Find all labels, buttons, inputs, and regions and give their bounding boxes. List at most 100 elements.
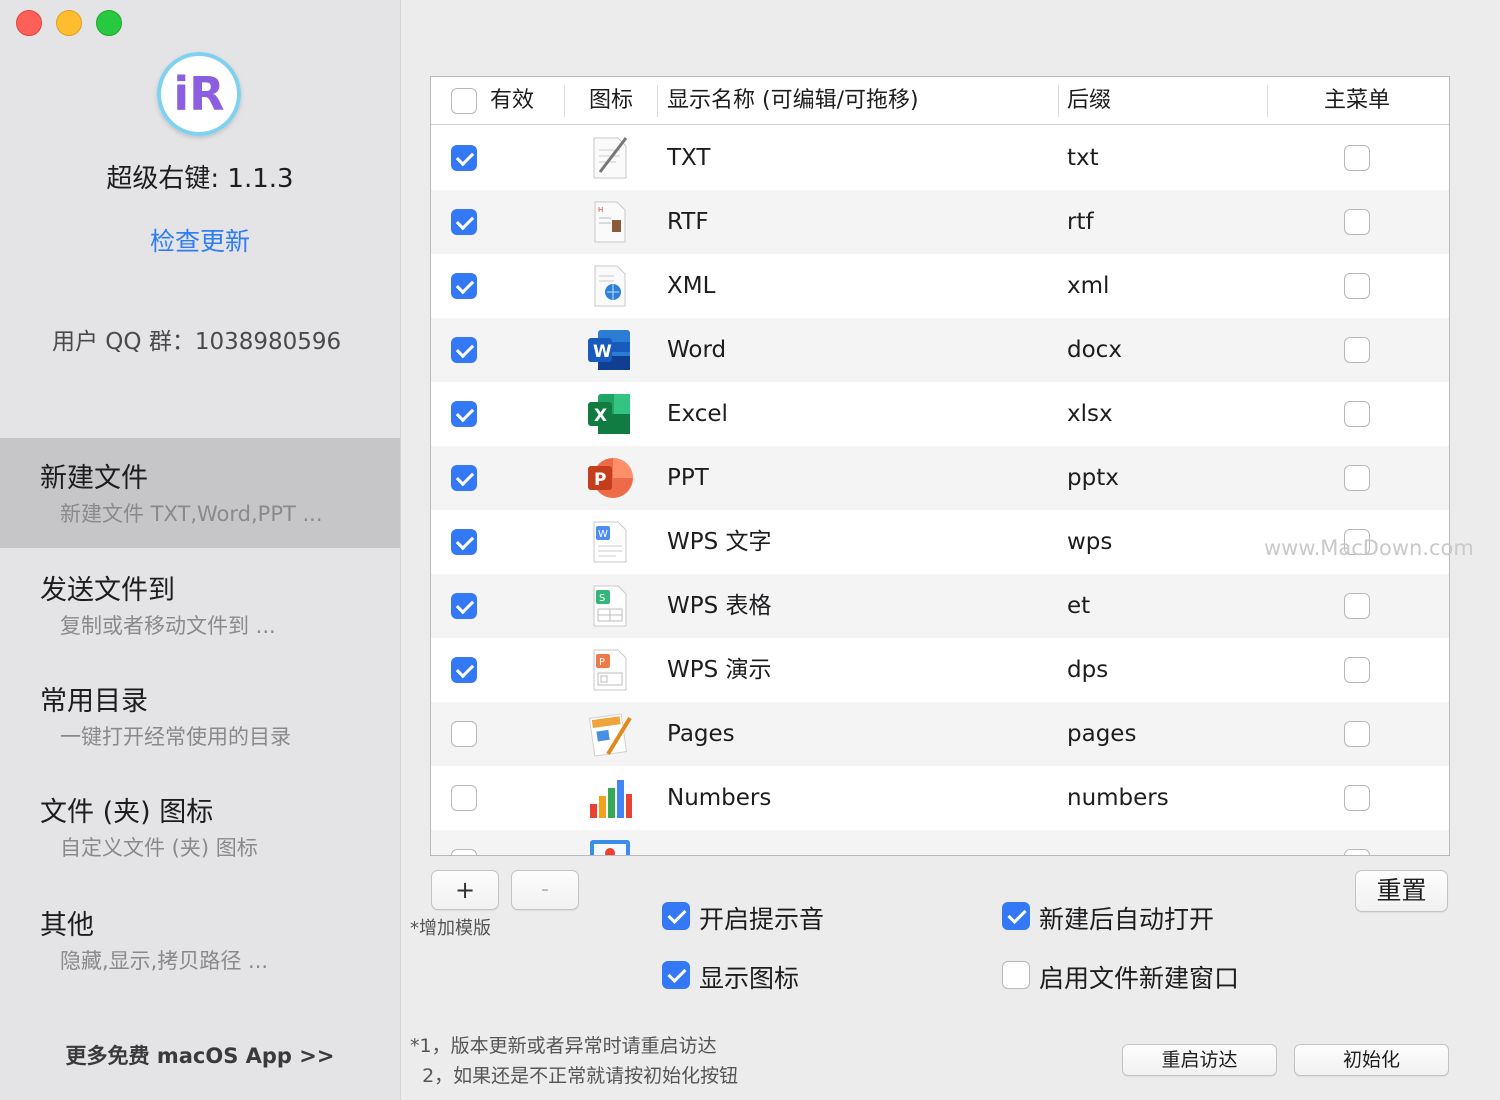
extension-cell[interactable]: et <box>1067 574 1090 638</box>
close-window-button[interactable] <box>16 10 42 36</box>
display-name-cell[interactable]: WPS 表格 <box>667 574 772 638</box>
enabled-checkbox[interactable] <box>451 401 477 427</box>
main-menu-checkbox[interactable] <box>1344 593 1370 619</box>
sidebar-item-new-file[interactable]: 新建文件 新建文件 TXT,Word,PPT ... <box>0 438 400 548</box>
svg-text:W: W <box>598 529 608 540</box>
table-row[interactable]: W Word docx <box>431 318 1449 382</box>
table-row[interactable]: Numbers numbers <box>431 766 1449 830</box>
table-row[interactable]: XML xml <box>431 254 1449 318</box>
table-header: 有效 图标 显示名称 (可编辑/可拖移) 后缀 主菜单 <box>431 77 1449 125</box>
sidebar-item-title: 文件 (夹) 图标 <box>40 797 214 828</box>
table-row[interactable]: Pages pages <box>431 702 1449 766</box>
main-menu-checkbox[interactable] <box>1344 785 1370 811</box>
extension-cell[interactable]: pptx <box>1067 446 1119 510</box>
extension-cell[interactable]: numbers <box>1067 766 1169 830</box>
display-name-cell[interactable]: PPT <box>667 446 709 510</box>
table-row[interactable]: P PPT pptx <box>431 446 1449 510</box>
display-name-cell[interactable]: RTF <box>667 190 709 254</box>
remove-template-button[interactable]: - <box>511 870 579 910</box>
sidebar-item-title: 新建文件 <box>40 463 148 494</box>
sound-checkbox[interactable] <box>662 902 690 930</box>
main-menu-checkbox[interactable] <box>1344 657 1370 683</box>
enabled-checkbox[interactable] <box>451 465 477 491</box>
sidebar-item-title: 其他 <box>40 910 94 941</box>
table-row[interactable]: P WPS 演示 dps <box>431 638 1449 702</box>
enabled-checkbox[interactable] <box>451 273 477 299</box>
reset-button[interactable]: 重置 <box>1355 870 1448 912</box>
rtf-document-icon: H <box>586 198 634 246</box>
pages-icon <box>586 710 634 758</box>
extension-cell[interactable]: xml <box>1067 254 1109 318</box>
display-name-cell[interactable]: WPS 文字 <box>667 510 772 574</box>
main-menu-checkbox[interactable] <box>1344 209 1370 235</box>
excel-icon: X <box>586 390 634 438</box>
watermark: www.MacDown.com <box>1264 536 1474 560</box>
header-extension[interactable]: 后缀 <box>1067 77 1111 124</box>
extension-cell[interactable]: wps <box>1067 510 1112 574</box>
table-row[interactable]: S WPS 表格 et <box>431 574 1449 638</box>
enabled-checkbox[interactable] <box>451 593 477 619</box>
xml-document-icon <box>586 262 634 310</box>
display-name-cell[interactable]: Numbers <box>667 766 771 830</box>
sidebar-item-common-dirs[interactable]: 常用目录 一键打开经常使用的目录 <box>0 661 400 771</box>
select-all-checkbox[interactable] <box>451 88 477 114</box>
display-name-cell[interactable]: XML <box>667 254 715 318</box>
app-logo-icon: iR <box>157 52 241 136</box>
table-row[interactable]: X Excel xlsx <box>431 382 1449 446</box>
extension-cell[interactable]: dps <box>1067 638 1108 702</box>
zoom-window-button[interactable] <box>96 10 122 36</box>
header-display-name[interactable]: 显示名称 (可编辑/可拖移) <box>667 77 919 124</box>
main-menu-checkbox[interactable] <box>1344 849 1370 855</box>
auto-open-checkbox[interactable] <box>1002 902 1030 930</box>
txt-document-icon <box>586 134 634 182</box>
extension-cell[interactable]: rtf <box>1067 190 1094 254</box>
table-row[interactable] <box>431 830 1449 855</box>
add-template-button[interactable]: + <box>431 870 499 910</box>
sidebar-item-file-icons[interactable]: 文件 (夹) 图标 自定义文件 (夹) 图标 <box>0 772 400 882</box>
display-name-cell[interactable]: Word <box>667 318 726 382</box>
powerpoint-icon: P <box>586 454 634 502</box>
table-row[interactable]: TXT txt <box>431 126 1449 190</box>
auto-open-label: 新建后自动打开 <box>1039 905 1215 934</box>
enabled-checkbox[interactable] <box>451 721 477 747</box>
enabled-checkbox[interactable] <box>451 337 477 363</box>
initialize-button[interactable]: 初始化 <box>1294 1044 1449 1076</box>
enabled-checkbox[interactable] <box>451 849 477 855</box>
extension-cell[interactable]: xlsx <box>1067 382 1113 446</box>
enabled-checkbox[interactable] <box>451 145 477 171</box>
extension-cell[interactable]: pages <box>1067 702 1136 766</box>
header-main-menu[interactable]: 主菜单 <box>1324 77 1390 124</box>
main-menu-checkbox[interactable] <box>1344 401 1370 427</box>
minimize-window-button[interactable] <box>56 10 82 36</box>
display-name-cell[interactable]: TXT <box>667 126 710 190</box>
enabled-checkbox[interactable] <box>451 785 477 811</box>
sidebar-item-other[interactable]: 其他 隐藏,显示,拷贝路径 ... <box>0 885 400 995</box>
more-apps-link[interactable]: 更多免费 macOS App >> <box>0 1040 400 1070</box>
extension-cell[interactable]: docx <box>1067 318 1122 382</box>
header-enabled[interactable]: 有效 <box>490 77 534 124</box>
restart-finder-button[interactable]: 重启访达 <box>1122 1044 1277 1076</box>
check-update-link[interactable]: 检查更新 <box>0 222 400 258</box>
main-menu-checkbox[interactable] <box>1344 273 1370 299</box>
wps-spreadsheet-icon: S <box>586 582 634 630</box>
show-icons-checkbox[interactable] <box>662 961 690 989</box>
display-name-cell[interactable]: WPS 演示 <box>667 638 772 702</box>
new-file-window-checkbox[interactable] <box>1002 961 1030 989</box>
sidebar-item-subtitle: 一键打开经常使用的目录 <box>60 725 291 749</box>
note-line-1: *1，版本更新或者异常时请重启访达 <box>410 1035 717 1057</box>
main-menu-checkbox[interactable] <box>1344 465 1370 491</box>
main-menu-checkbox[interactable] <box>1344 145 1370 171</box>
main-menu-checkbox[interactable] <box>1344 721 1370 747</box>
svg-text:W: W <box>593 342 612 362</box>
main-menu-checkbox[interactable] <box>1344 337 1370 363</box>
enabled-checkbox[interactable] <box>451 529 477 555</box>
display-name-cell[interactable]: Excel <box>667 382 728 446</box>
display-name-cell[interactable]: Pages <box>667 702 735 766</box>
extension-cell[interactable]: txt <box>1067 126 1099 190</box>
qq-group-text: 用户 QQ 群：1038980596 <box>52 329 342 355</box>
header-icon[interactable]: 图标 <box>589 77 633 124</box>
table-row[interactable]: H RTF rtf <box>431 190 1449 254</box>
enabled-checkbox[interactable] <box>451 657 477 683</box>
sidebar-item-send-to[interactable]: 发送文件到 复制或者移动文件到 ... <box>0 550 400 660</box>
enabled-checkbox[interactable] <box>451 209 477 235</box>
